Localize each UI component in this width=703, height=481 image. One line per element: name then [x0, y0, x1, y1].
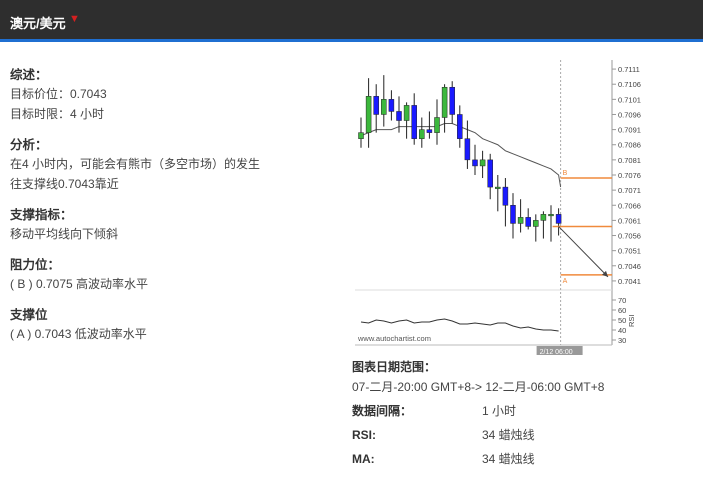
price-tick-label: 0.7056: [618, 232, 641, 241]
candle-bearish: [472, 159, 478, 167]
candle-bullish: [441, 86, 448, 118]
candle-bearish: [487, 159, 493, 188]
candle-bearish: [502, 186, 509, 206]
ma-value: 34 蜡烛线: [482, 452, 535, 466]
rsi-row: RSI: 34 蜡烛线: [352, 425, 692, 449]
rsi-line: [360, 318, 559, 332]
candle-bullish: [358, 132, 364, 139]
candle-bullish: [434, 117, 440, 133]
price-tick-label: 0.7086: [618, 141, 641, 150]
candle-bullish: [517, 217, 524, 224]
analysis-line-1: 在4 小时内，可能会有熊市（多空市场）的发生: [10, 157, 261, 171]
analysis-line-2: 往支撑线0.7043靠近: [10, 177, 119, 191]
candle-bearish: [411, 105, 417, 139]
range-title: 图表日期范围：: [352, 360, 437, 374]
chart-info: 图表日期范围： 07-二月-20:00 GMT+8-> 12-二月-06:00 …: [352, 357, 692, 473]
price-tick-label: 0.7071: [618, 186, 641, 195]
support-title: 支撑位: [10, 308, 48, 322]
price-tick-label: 0.7106: [618, 80, 641, 89]
range-value: 07-二月-20:00 GMT+8-> 12-二月-06:00 GMT+8: [352, 380, 605, 394]
candle-bearish: [457, 114, 463, 139]
price-tick-label: 0.7081: [618, 156, 641, 165]
price-tick-label: 0.7041: [618, 277, 641, 286]
ma-row: MA: 34 蜡烛线: [352, 449, 692, 473]
interval-row: 数据间隔： 1 小时: [352, 401, 692, 425]
price-tick-label: 0.7046: [618, 262, 641, 271]
price-tick-label: 0.7076: [618, 171, 641, 180]
candle-bearish: [388, 99, 395, 112]
candle-bearish: [464, 138, 471, 161]
rsi-label: RSI:: [352, 428, 376, 442]
rsi-tick-label: 70: [618, 296, 626, 305]
resistance-line: ( B ) 0.7075 高波动率水平: [10, 277, 149, 291]
price-chart[interactable]: 0.7111 0.7106 0.7101 0.7096 0.7091 0.7086 0.70…: [350, 55, 642, 356]
price-tick-label: 0.7066: [618, 201, 641, 210]
interval-value: 1 小时: [482, 404, 517, 418]
rsi-value: 34 蜡烛线: [482, 428, 535, 442]
candle-bearish: [510, 205, 516, 224]
price-tick-label: 0.7096: [618, 110, 641, 119]
rsi-tick-label: 30: [618, 336, 626, 345]
analysis-panel: 综述： 目标价位：0.7043 目标时限：4 小时 分析： 在4 小时内，可能会…: [10, 66, 330, 344]
candle-bullish: [403, 105, 410, 121]
candle-bullish: [381, 99, 387, 115]
candle-bearish: [449, 86, 455, 115]
time-label: 2/12 06:00: [540, 349, 573, 355]
candle-bullish: [419, 129, 425, 139]
rsi-tick-label: 40: [618, 326, 626, 335]
header-bar: 澳元/美元 ▼: [0, 0, 703, 42]
candle-bullish: [540, 214, 547, 221]
ma-label: MA:: [352, 452, 375, 466]
caret-down-icon[interactable]: ▼: [69, 13, 80, 25]
price-tick-label: 0.7061: [618, 216, 641, 225]
rsi-tick-label: 50: [618, 316, 626, 325]
support-line: ( A ) 0.7043 低波动率水平: [10, 327, 147, 341]
candle-bearish: [373, 96, 379, 115]
candle-bearish: [555, 214, 562, 224]
price-tick-label: 0.7051: [618, 247, 641, 256]
candle-bullish: [479, 159, 486, 167]
candle-bullish: [533, 220, 539, 227]
candle-bullish: [548, 214, 554, 217]
interval-label: 数据间隔：: [352, 404, 413, 418]
analysis-title: 分析：: [10, 138, 48, 152]
price-tick-label: 0.7101: [618, 95, 641, 104]
indicators-line: 移动平均线向下倾斜: [10, 227, 119, 241]
watermark-text: www.autochartist.com: [357, 334, 431, 343]
candle-bearish: [525, 217, 531, 227]
target-price: 目标价位：0.7043: [10, 87, 107, 101]
candle-bearish: [396, 111, 402, 121]
chart-svg: 0.7111 0.7106 0.7101 0.7096 0.7091 0.7086 0.70…: [355, 60, 641, 356]
projection-arrow-line: [558, 226, 609, 278]
currency-pair-title[interactable]: 澳元/美元: [10, 13, 66, 32]
level-a-label: A: [563, 278, 568, 285]
resistance-title: 阻力位：: [10, 258, 61, 272]
level-b-label: B: [563, 170, 568, 177]
indicators-title: 支撑指标：: [10, 208, 73, 222]
candle-bullish: [365, 96, 372, 133]
price-tick-label: 0.7091: [618, 126, 641, 135]
candle-bearish: [426, 129, 433, 133]
rsi-tick-label: 60: [618, 306, 626, 315]
summary-title: 综述：: [10, 68, 48, 82]
target-time: 目标时限：4 小时: [10, 107, 105, 121]
candle-bullish: [495, 186, 501, 189]
price-tick-label: 0.7111: [618, 65, 640, 74]
rsi-axis-label: RSI: [627, 314, 636, 327]
